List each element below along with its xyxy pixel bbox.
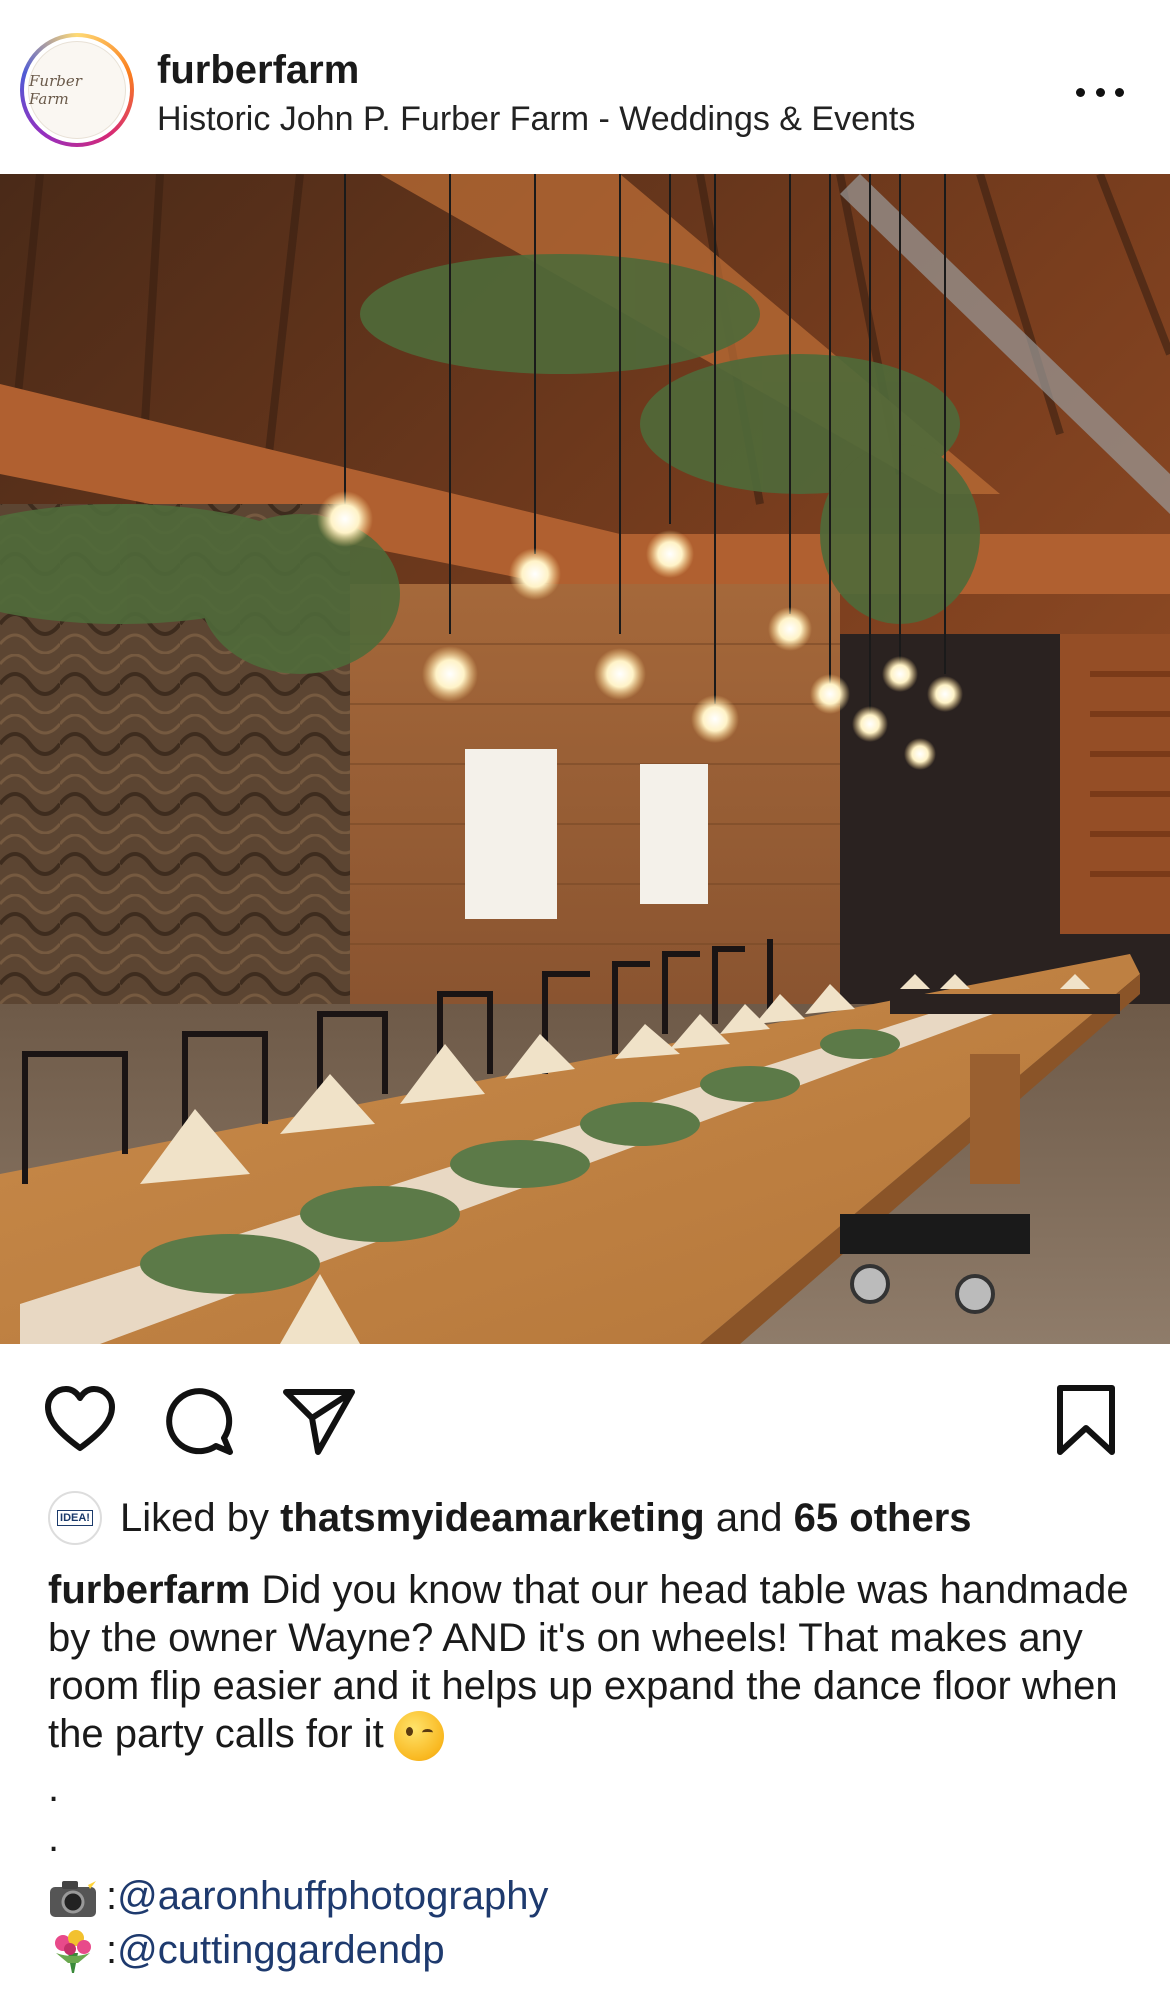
comment-icon[interactable] bbox=[158, 1380, 238, 1460]
caption-dot-1: . bbox=[48, 1766, 60, 1810]
avatar-logo-text: Furber Farm bbox=[29, 72, 82, 108]
post-image[interactable] bbox=[0, 174, 1170, 1344]
action-bar bbox=[0, 1350, 1170, 1480]
more-options-icon[interactable] bbox=[1070, 72, 1130, 112]
caption-dot-2: . bbox=[48, 1816, 60, 1860]
profile-avatar[interactable]: Furber Farm bbox=[20, 33, 134, 147]
photo-credit: : @aaronhuffphotography bbox=[48, 1874, 548, 1919]
likes-summary[interactable]: Liked by thatsmyideamarketing and 65 oth… bbox=[120, 1496, 972, 1541]
likes-prefix: Liked by bbox=[120, 1495, 281, 1540]
liker-username[interactable]: thatsmyideamarketing bbox=[280, 1496, 705, 1540]
post-username[interactable]: furberfarm bbox=[157, 48, 359, 93]
camera-flash-emoji bbox=[48, 1875, 98, 1919]
post-header: Furber Farm furberfarm Historic John P. … bbox=[0, 0, 1170, 174]
caption-username[interactable]: furberfarm bbox=[48, 1568, 250, 1612]
winking-face-emoji bbox=[393, 1711, 444, 1762]
likes-count[interactable]: 65 others bbox=[794, 1496, 972, 1540]
post-caption: furberfarm Did you know that our head ta… bbox=[48, 1566, 1138, 1762]
photographer-mention-link[interactable]: @aaronhuffphotography bbox=[117, 1874, 548, 1919]
avatar-logo: Furber Farm bbox=[28, 41, 126, 139]
bookmark-icon[interactable] bbox=[1046, 1380, 1126, 1460]
heart-icon[interactable] bbox=[40, 1380, 120, 1460]
send-icon[interactable] bbox=[278, 1380, 358, 1460]
likes-mid: and bbox=[704, 1495, 794, 1540]
florist-credit: : @cuttinggardendp bbox=[48, 1928, 445, 1973]
credit-separator: : bbox=[106, 1928, 118, 1972]
liker-avatar-text: IDEA! bbox=[57, 1510, 93, 1526]
florist-mention-link[interactable]: @cuttinggardendp bbox=[117, 1928, 445, 1973]
post-location[interactable]: Historic John P. Furber Farm - Weddings … bbox=[157, 100, 915, 139]
bouquet-emoji bbox=[48, 1929, 98, 1973]
credit-separator: : bbox=[106, 1874, 118, 1918]
liker-avatar[interactable]: IDEA! bbox=[48, 1491, 102, 1545]
likes-row: IDEA! Liked by thatsmyideamarketing and … bbox=[48, 1488, 972, 1548]
